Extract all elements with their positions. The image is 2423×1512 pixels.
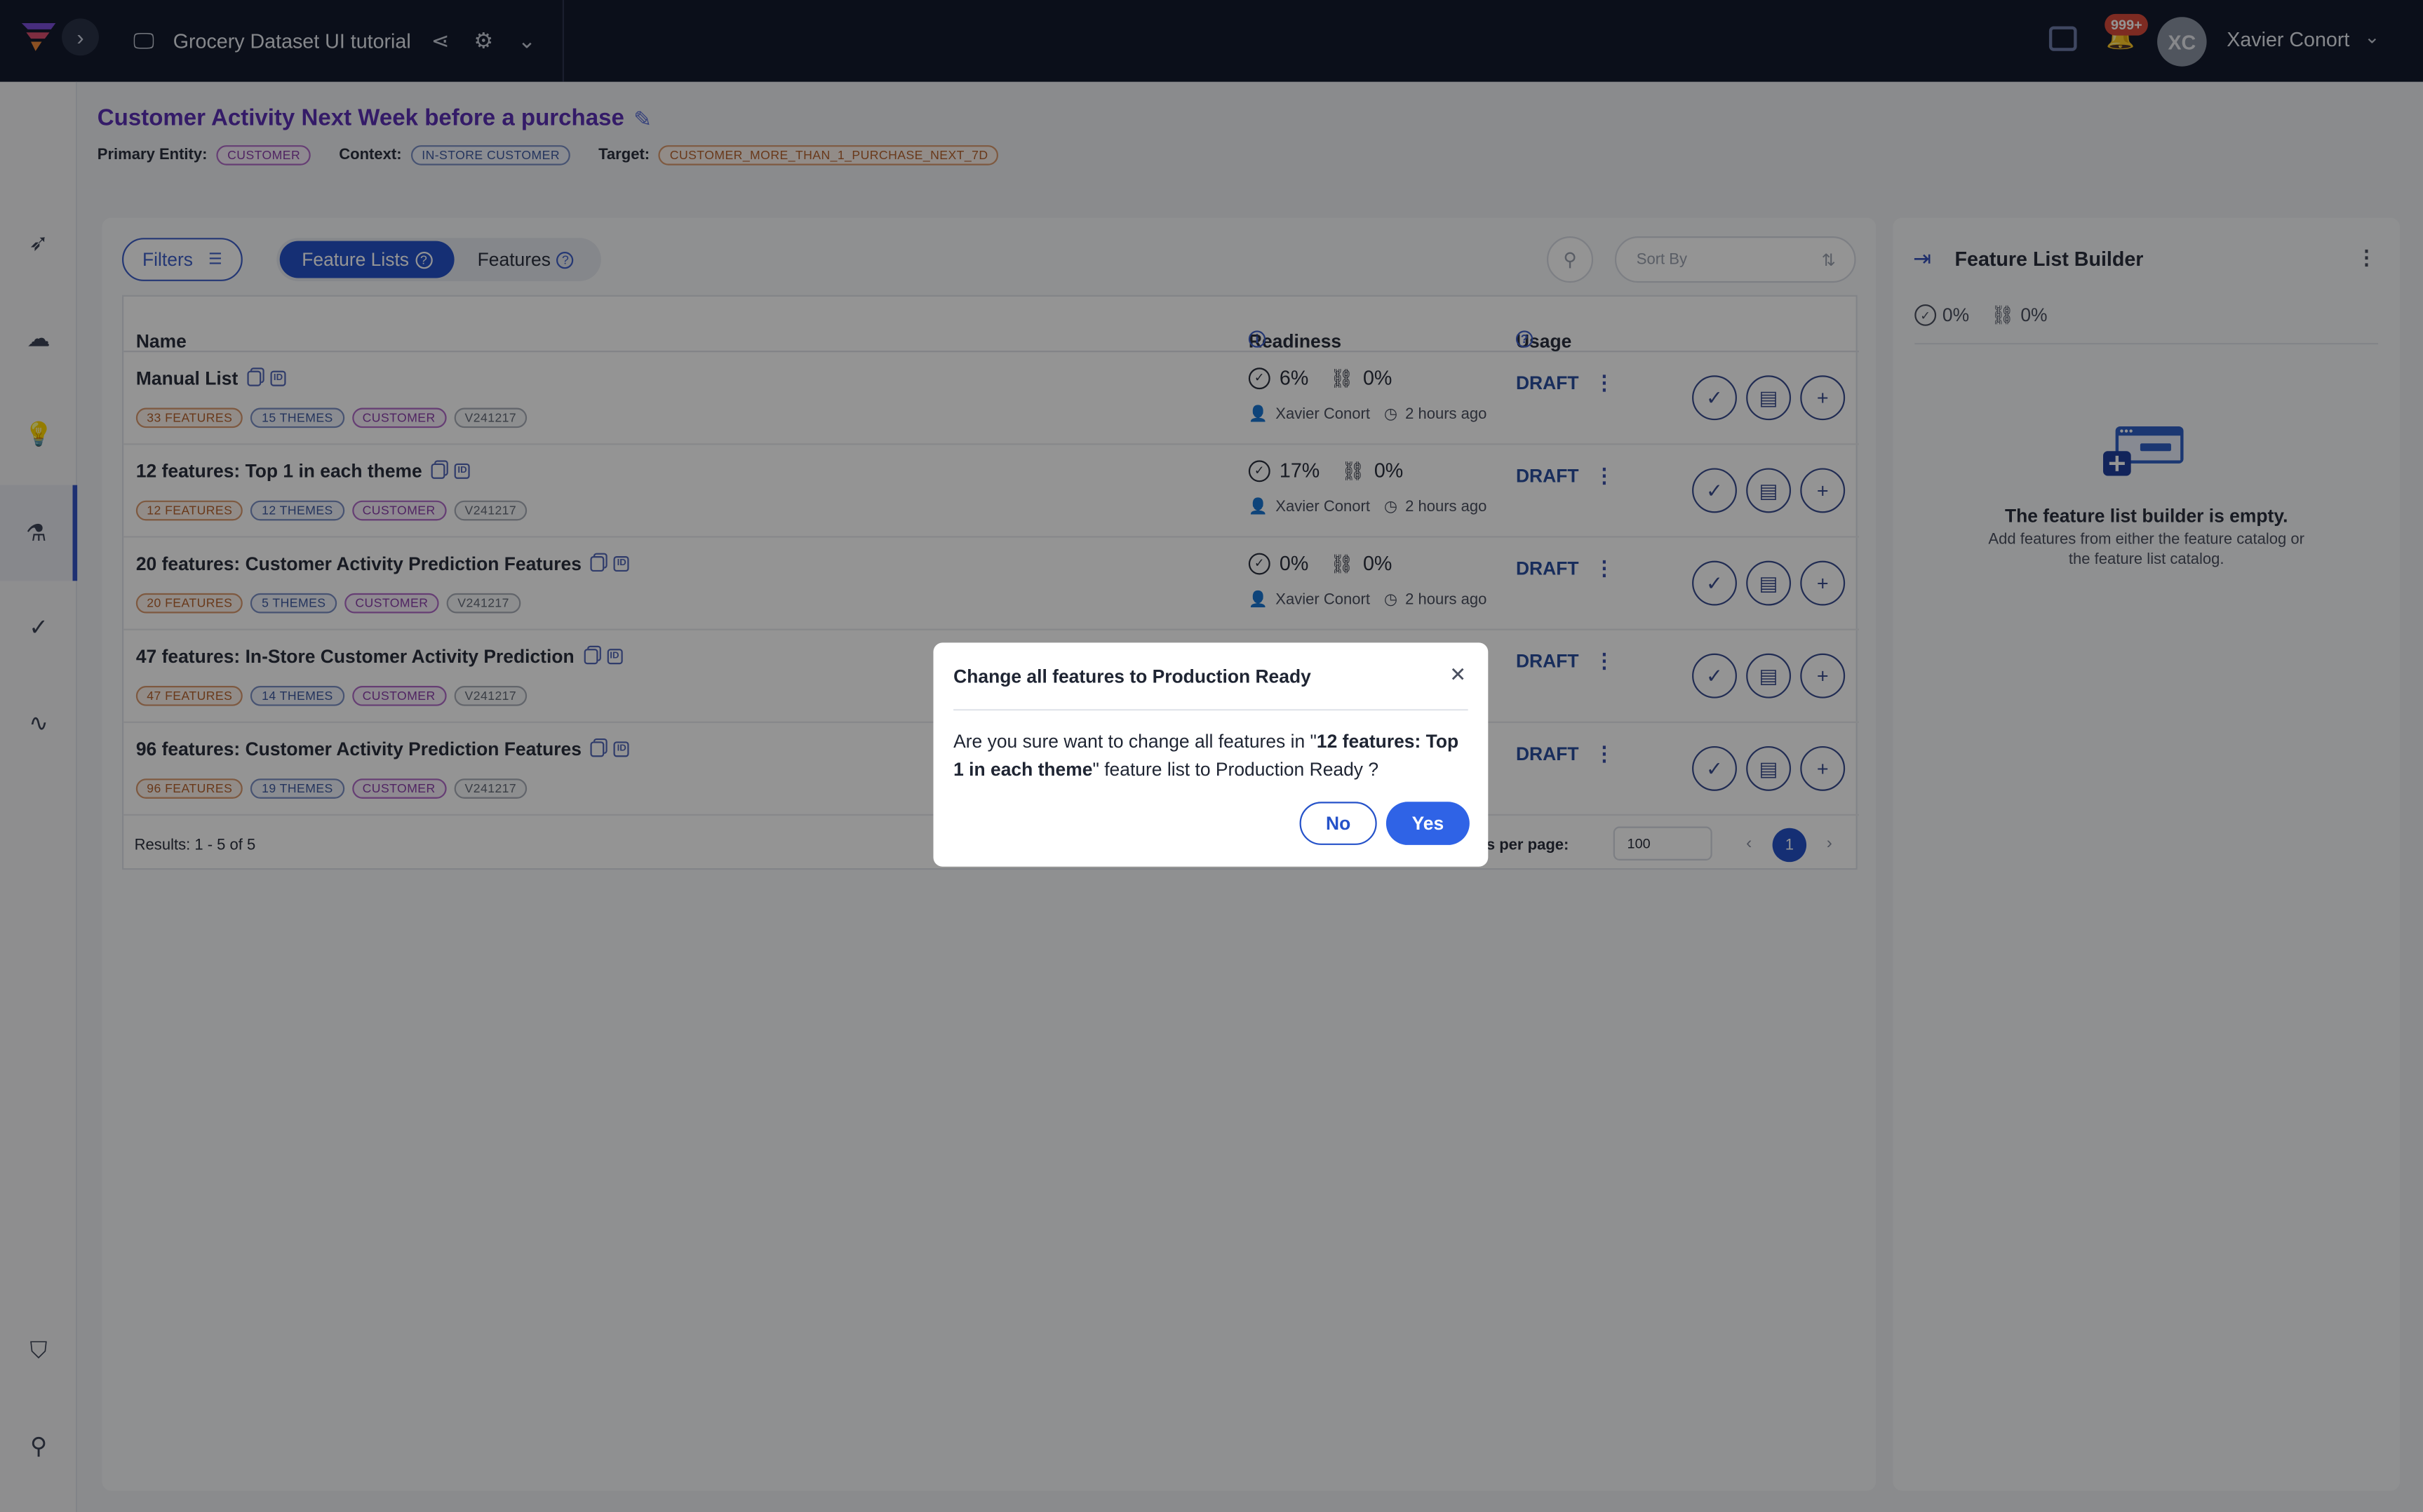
- app-root: › 🖵 Grocery Dataset UI tutorial ⋖ ⚙ ⌄ 🔔 …: [0, 0, 2423, 1512]
- confirm-dialog: Change all features to Production Ready …: [933, 642, 1489, 867]
- dialog-title: Change all features to Production Ready: [953, 666, 1311, 688]
- message-prefix: Are you sure want to change all features…: [953, 730, 1317, 752]
- yes-button[interactable]: Yes: [1385, 802, 1470, 845]
- dialog-message: Are you sure want to change all features…: [953, 728, 1470, 783]
- no-button[interactable]: No: [1299, 802, 1377, 845]
- divider: [953, 709, 1468, 711]
- close-icon[interactable]: ✕: [1449, 663, 1466, 687]
- message-suffix: " feature list to Production Ready ?: [1092, 758, 1379, 781]
